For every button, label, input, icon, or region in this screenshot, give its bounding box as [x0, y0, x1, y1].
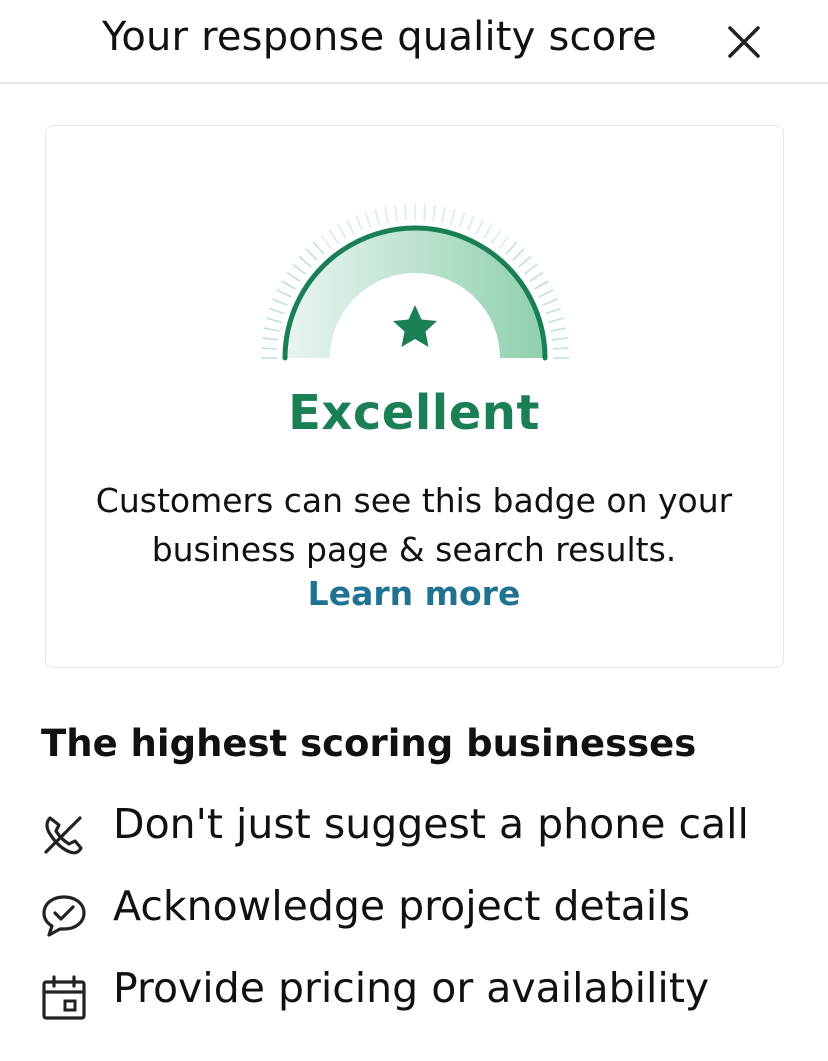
gauge-tick: [498, 235, 510, 249]
tip-label: Provide pricing or availability: [113, 964, 710, 1012]
gauge-tick: [552, 347, 569, 350]
gauge-tick: [432, 205, 436, 222]
gauge-tick: [404, 204, 407, 221]
gauge-tick: [292, 263, 306, 275]
gauge-tick: [548, 317, 565, 324]
close-icon: [728, 26, 760, 58]
gauge-tick: [265, 317, 282, 324]
tip-label: Acknowledge project details: [113, 882, 691, 930]
badge-description-line-1: Customers can see this badge on your: [95, 481, 733, 520]
gauge-tick: [545, 307, 562, 315]
score-gauge: [261, 204, 569, 361]
gauge-tick: [449, 208, 456, 225]
gauge-tick: [355, 215, 363, 231]
gauge-tick: [441, 206, 446, 223]
gauge-tick: [512, 248, 525, 261]
gauge-tick: [268, 307, 285, 315]
calendar-icon: [42, 975, 86, 1020]
gauge-tick: [364, 211, 372, 228]
tip-item-details: Acknowledge project details: [40, 882, 800, 942]
phone-off-icon: [44, 816, 83, 855]
gauge-tick: [529, 271, 544, 282]
gauge-tick: [394, 205, 398, 222]
gauge-tick: [337, 224, 347, 239]
gauge-tick: [518, 255, 532, 268]
gauge-tick: [534, 280, 549, 290]
gauge-tick: [550, 327, 567, 332]
gauge-tick: [305, 248, 318, 261]
gauge-tick: [298, 255, 312, 268]
star-icon: [393, 305, 437, 347]
gauge-tick: [475, 219, 484, 235]
score-label: Excellent: [288, 385, 540, 441]
gauge-tick: [320, 235, 332, 249]
gauge-tick: [423, 204, 426, 221]
gauge-tick: [272, 298, 288, 306]
tip-item-pricing: Provide pricing or availability: [40, 964, 800, 1024]
gauge-tick: [384, 206, 389, 223]
gauge-tick: [374, 208, 381, 225]
badge-description-line-2: business page & search results.: [151, 530, 677, 569]
learn-more-link[interactable]: Learn more: [0, 574, 828, 613]
gauge-tick: [524, 263, 538, 275]
gauge-tick: [491, 229, 502, 244]
gauge-tick: [276, 289, 292, 298]
close-button[interactable]: [722, 20, 766, 64]
gauge-tick: [312, 241, 325, 255]
gauge-tick: [542, 298, 558, 306]
gauge-tick: [551, 337, 568, 341]
modal-header: Your response quality score: [0, 0, 828, 84]
tip-label: Don't just suggest a phone call: [113, 800, 749, 848]
gauge-tick: [261, 347, 278, 350]
gauge-tick: [458, 211, 466, 228]
gauge-tick: [467, 215, 475, 231]
gauge-tick: [505, 241, 518, 255]
gauge-tick: [328, 229, 339, 244]
gauge-tick: [281, 280, 296, 290]
tip-item-phone: Don't just suggest a phone call: [40, 800, 800, 860]
gauge-tick: [262, 337, 279, 341]
chat-check-icon: [42, 895, 86, 937]
gauge-tick: [346, 219, 355, 235]
gauge-tick: [483, 224, 493, 239]
badge-description: Customers can see this badge on your bus…: [0, 476, 828, 574]
gauge-tick: [263, 327, 280, 332]
gauge-tick: [286, 271, 301, 282]
gauge-tick: [538, 289, 554, 298]
tips-title: The highest scoring businesses: [41, 722, 697, 765]
modal-title: Your response quality score: [102, 14, 657, 60]
